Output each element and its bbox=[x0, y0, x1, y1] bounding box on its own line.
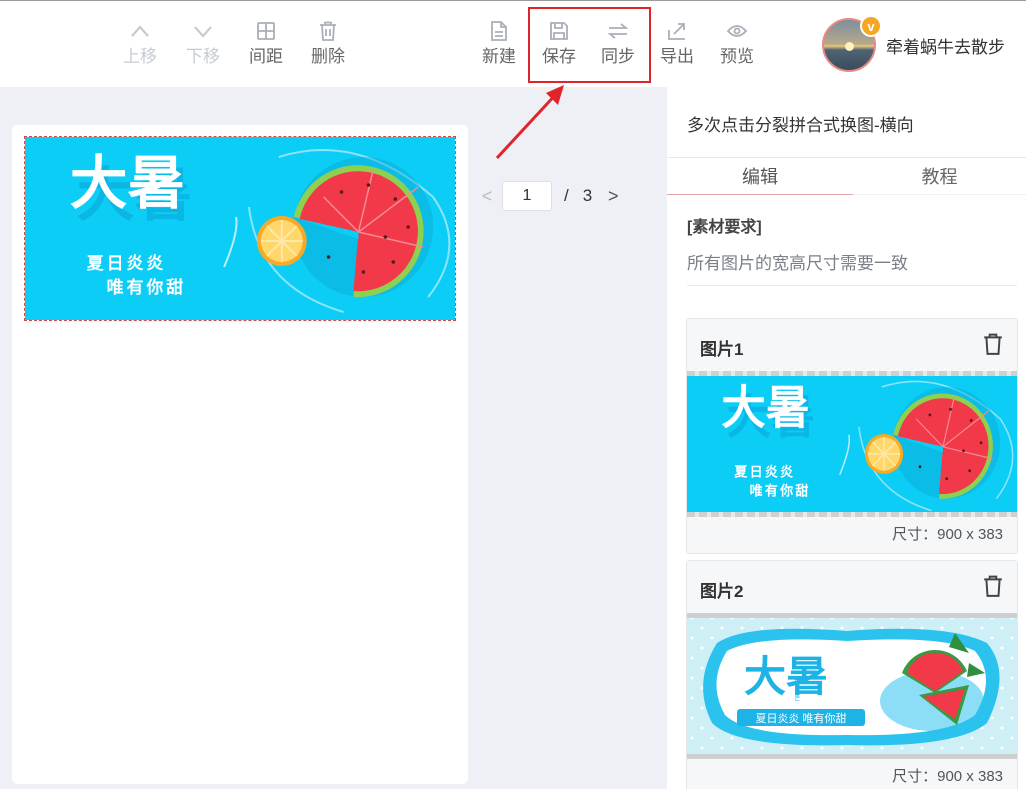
tab-tutorial[interactable]: 教程 bbox=[853, 158, 1026, 195]
page-number-input[interactable] bbox=[502, 181, 552, 211]
page-separator: / bbox=[564, 186, 569, 205]
trash-icon[interactable] bbox=[983, 333, 1003, 355]
image-card-title: 图片2 bbox=[700, 582, 744, 601]
image-size: 尺寸：900 x 383 bbox=[687, 759, 1017, 789]
preview-label: 预览 bbox=[720, 47, 754, 66]
export-icon bbox=[665, 19, 689, 43]
new-file-icon bbox=[487, 19, 511, 43]
image-card-1: 图片1 尺寸：900 x 383 bbox=[686, 318, 1018, 554]
chevron-up-icon bbox=[128, 19, 152, 43]
next-page-button[interactable]: > bbox=[604, 186, 622, 207]
prev-page-button[interactable]: < bbox=[478, 186, 496, 207]
trash-icon bbox=[316, 19, 340, 43]
username: 牵着蜗牛去散步 bbox=[886, 37, 1005, 57]
image-thumbnail[interactable] bbox=[687, 371, 1017, 517]
right-panel: 多次点击分裂拼合式换图-横向 编辑 教程 [素材要求] 所有图片的宽高尺寸需要一… bbox=[667, 87, 1026, 789]
move-down-label: 下移 bbox=[186, 47, 220, 66]
canvas-banner-image[interactable] bbox=[24, 136, 456, 321]
user-profile[interactable]: 牵着蜗牛去散步 bbox=[822, 18, 1005, 72]
image-thumbnail[interactable] bbox=[687, 613, 1017, 759]
highlight-box bbox=[528, 7, 651, 83]
move-up-button[interactable]: 上移 bbox=[112, 19, 168, 75]
image-card-title: 图片1 bbox=[700, 340, 744, 359]
top-toolbar: 上移 下移 间距 删除 新建 保存 同步 导出 预览 牵着蜗牛去散步 v bbox=[0, 0, 1026, 87]
spacing-button[interactable]: 间距 bbox=[238, 19, 294, 75]
pagination: < / 3 > bbox=[478, 181, 622, 211]
delete-label: 删除 bbox=[311, 47, 345, 66]
template-title: 多次点击分裂拼合式换图-横向 bbox=[687, 116, 914, 135]
tab-edit[interactable]: 编辑 bbox=[667, 158, 853, 195]
eye-icon bbox=[725, 19, 749, 43]
spacing-icon bbox=[254, 19, 278, 43]
page-total: 3 bbox=[582, 186, 593, 205]
preview-button[interactable]: 预览 bbox=[709, 19, 765, 75]
spacing-label: 间距 bbox=[249, 47, 283, 66]
image-card-2: 图片2 尺寸：900 x 383 bbox=[686, 560, 1018, 789]
vip-badge: v bbox=[860, 15, 882, 37]
image-size: 尺寸：900 x 383 bbox=[687, 517, 1017, 553]
move-up-label: 上移 bbox=[123, 47, 157, 66]
annotation-arrow bbox=[495, 85, 564, 160]
delete-button[interactable]: 删除 bbox=[300, 19, 356, 75]
new-label: 新建 bbox=[482, 47, 516, 66]
requirement-text: 所有图片的宽高尺寸需要一致 bbox=[687, 254, 908, 273]
export-button[interactable]: 导出 bbox=[649, 19, 705, 75]
new-button[interactable]: 新建 bbox=[471, 19, 527, 75]
panel-tabs: 编辑 教程 bbox=[667, 157, 1026, 195]
chevron-down-icon bbox=[191, 19, 215, 43]
move-down-button[interactable]: 下移 bbox=[175, 19, 231, 75]
trash-icon[interactable] bbox=[983, 575, 1003, 597]
requirement-title: [素材要求] bbox=[687, 219, 762, 236]
divider bbox=[687, 285, 1017, 286]
export-label: 导出 bbox=[660, 47, 694, 66]
